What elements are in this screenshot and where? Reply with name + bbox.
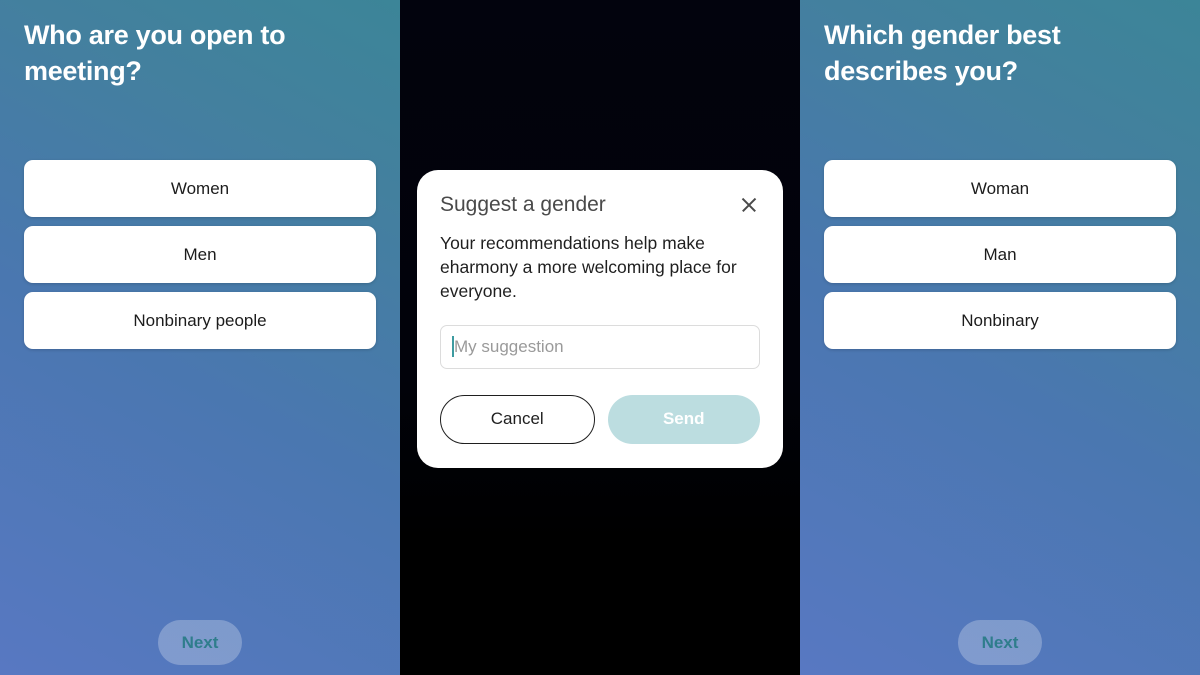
- cancel-button[interactable]: Cancel: [440, 394, 595, 444]
- modal-header: Suggest a gender: [440, 192, 760, 217]
- option-list-open-to-meeting: Women Men Nonbinary people: [24, 160, 376, 349]
- page-title: Who are you open to meeting?: [24, 20, 286, 86]
- next-button[interactable]: Next: [158, 620, 242, 665]
- suggestion-input[interactable]: My suggestion: [440, 324, 760, 369]
- option-women[interactable]: Women: [24, 160, 376, 217]
- option-nonbinary[interactable]: Nonbinary: [824, 292, 1176, 349]
- screen-describes-you: Which gender best describes you? Woman M…: [800, 0, 1200, 675]
- screen-suggest-gender-dialog: Suggest a gender Your recommendations he…: [400, 0, 800, 675]
- close-icon[interactable]: [738, 194, 760, 216]
- modal-title: Suggest a gender: [440, 193, 606, 216]
- option-list-describes-you: Woman Man Nonbinary: [824, 160, 1176, 349]
- option-man[interactable]: Man: [824, 226, 1176, 283]
- screenshot-root: Who are you open to meeting? Women Men N…: [0, 0, 1200, 675]
- modal-actions: Cancel Send: [440, 394, 760, 444]
- screen-open-to-meeting: Who are you open to meeting? Women Men N…: [0, 0, 400, 675]
- option-nonbinary-people[interactable]: Nonbinary people: [24, 292, 376, 349]
- suggestion-input-placeholder: My suggestion: [454, 337, 564, 357]
- page-title: Which gender best describes you?: [824, 20, 1061, 86]
- send-button[interactable]: Send: [607, 394, 760, 444]
- option-men[interactable]: Men: [24, 226, 376, 283]
- modal-description: Your recommendations help make eharmony …: [440, 233, 737, 302]
- next-button[interactable]: Next: [958, 620, 1042, 665]
- option-woman[interactable]: Woman: [824, 160, 1176, 217]
- suggest-gender-modal: Suggest a gender Your recommendations he…: [417, 170, 783, 468]
